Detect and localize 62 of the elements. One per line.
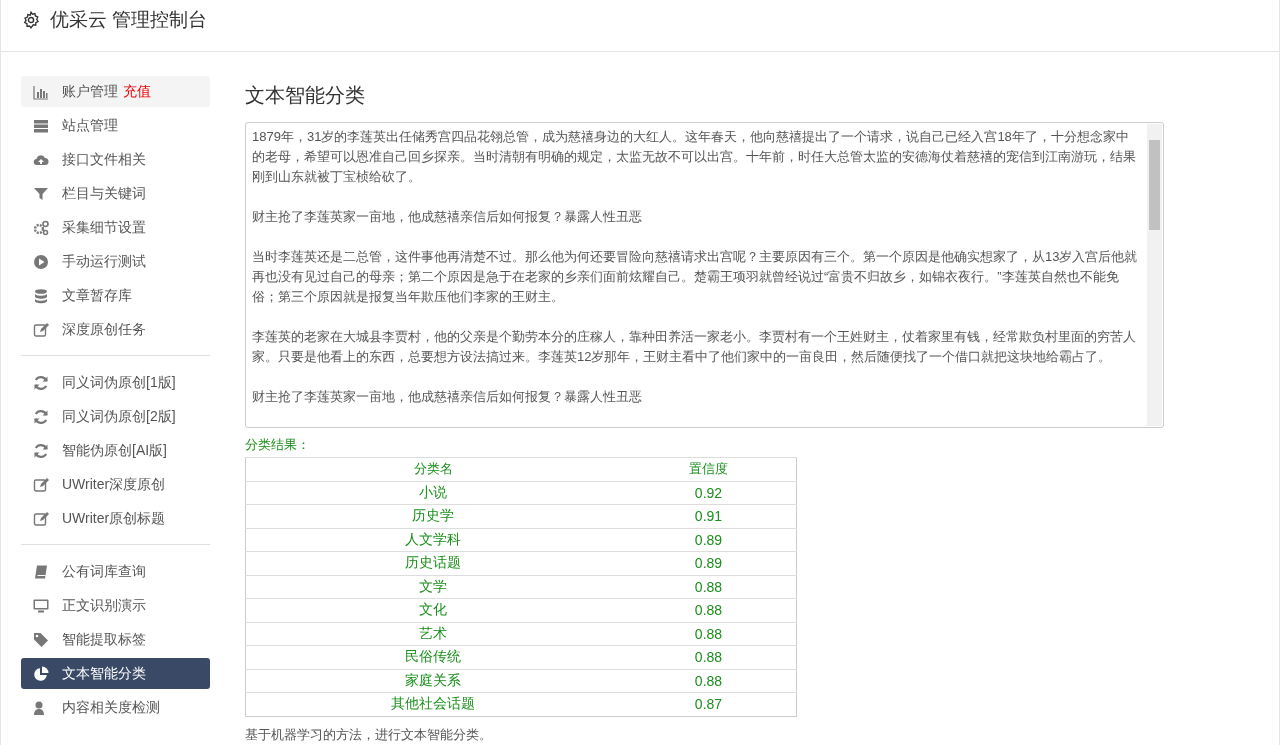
table-cell: 历史话题 [245,551,621,575]
filter-icon [33,185,49,202]
table-cell: 艺术 [245,622,621,646]
monitor-icon [33,597,49,614]
table-cell: 0.88 [620,622,797,646]
table-cell: 0.88 [620,598,797,622]
sidebar-item[interactable]: 栏目与关键词 [21,178,210,209]
table-cell: 文学 [245,575,621,599]
sidebar-item[interactable]: 采集细节设置 [21,212,210,243]
table-cell: 小说 [245,481,621,505]
bar-chart-icon [33,83,49,100]
sidebar-item[interactable]: 公有词库查询 [21,556,210,587]
sidebar-item[interactable]: 文章暂存库 [21,280,210,311]
sidebar-item[interactable]: 接口文件相关 [21,144,210,175]
tag-icon [33,631,49,648]
app-title: 优采云 管理控制台 [50,7,208,32]
sidebar-item[interactable]: 文本智能分类 [21,658,210,689]
refresh-icon [33,408,49,425]
sidebar-item[interactable]: 内容相关度检测 [21,692,210,723]
sidebar-item[interactable]: 同义词伪原创[1版] [21,367,210,398]
table-cell: 文化 [245,598,621,622]
edit-icon [33,510,49,527]
server-icon [33,117,49,134]
database-icon [33,287,49,304]
table-cell: 0.89 [620,528,797,552]
table-cell: 家庭关系 [245,669,621,693]
text-area[interactable]: 1879年，31岁的李莲英出任储秀宫四品花翎总管，成为慈禧身边的大红人。这年春天，他向慈禧提出了一个请求，说自己已经入宫18年了，十分想念家中的老母，希望可以恩准自己回乡探亲。当时清朝有明确的规定，太监无故不可以出宫。十年前，时任大总管太监的安德海仗着慈禧的宠信到江南游玩，结果刚到山东就被丁宝桢给砍了。 财主抢了李莲英家一亩地，他成慈禧亲信后如何报复？暴露人性丑恶 当时李莲英还是二总管，这件事他再清楚不过。那么他为何还要冒险向慈禧请求出宫呢？主要原因有三个。第一个原因是他确实想家了，从13岁入宫后他就再也没有见过自己的母亲；第二个原因是急于在老家的乡亲们面前炫耀自己。楚霸王项羽就曾经说过“富贵不归故乡，如锦衣夜行。”李莲英自然也不能免俗；第三个原因就是报复当年欺压他们李家的王财主。 李莲英的老家在大城县李贾村，他的父亲是个勤劳本分的庄稼人，靠种田养活一家老小。李贾村有一个王姓财主，仗着家里有钱，经常欺负村里面的穷苦人家。只要是他看上的东西，总要想方设法搞过来。李莲英12岁那年，王财主看中了他们家中的一亩良田，然后随便找了一个借口就把这块地给霸占了。 财主抢了李莲英家一亩地，他成慈禧亲信后如何报复？暴露人性丑恶 [245,122,1164,428]
sidebar-item[interactable]: 站点管理 [21,110,210,141]
book-icon [33,563,49,580]
scrollbar[interactable] [1147,124,1162,426]
sidebar-item[interactable]: 正文识别演示 [21,590,210,621]
pie-chart-icon [33,665,49,682]
table-cell: 0.89 [620,551,797,575]
column-header: 置信度 [620,457,797,481]
table-cell: 人文学科 [245,528,621,552]
sidebar-item[interactable]: 手动运行测试 [21,246,210,277]
sidebar-item[interactable]: UWriter原创标题 [21,503,210,534]
table-cell: 0.88 [620,645,797,669]
table-cell: 0.88 [620,575,797,599]
sidebar-item[interactable]: 深度原创任务 [21,314,210,345]
page-title: 文本智能分类 [245,83,366,108]
table-cell: 0.92 [620,481,797,505]
refresh-icon [33,374,49,391]
table-cell: 其他社会话题 [245,692,621,716]
table-cell: 民俗传统 [245,645,621,669]
column-header: 分类名 [245,457,621,481]
table-cell: 0.87 [620,692,797,716]
sidebar-item[interactable]: 账户管理 充值 [21,76,210,107]
result-label: 分类结果： [245,436,311,454]
sidebar-item[interactable]: 同义词伪原创[2版] [21,401,210,432]
sidebar-item[interactable]: UWriter深度原创 [21,469,210,500]
edit-icon [33,321,49,338]
play-circle-icon [33,253,49,270]
settings-icon [22,10,40,29]
table-cell: 0.91 [620,504,797,528]
table-cell: 历史学 [245,504,621,528]
table-cell: 0.88 [620,669,797,693]
caption: 基于机器学习的方法，进行文本智能分类。 [245,725,493,744]
sidebar-item[interactable]: 智能伪原创[AI版] [21,435,210,466]
edit-icon [33,476,49,493]
refresh-icon [33,442,49,459]
sidebar-item[interactable]: 智能提取标签 [21,624,210,655]
